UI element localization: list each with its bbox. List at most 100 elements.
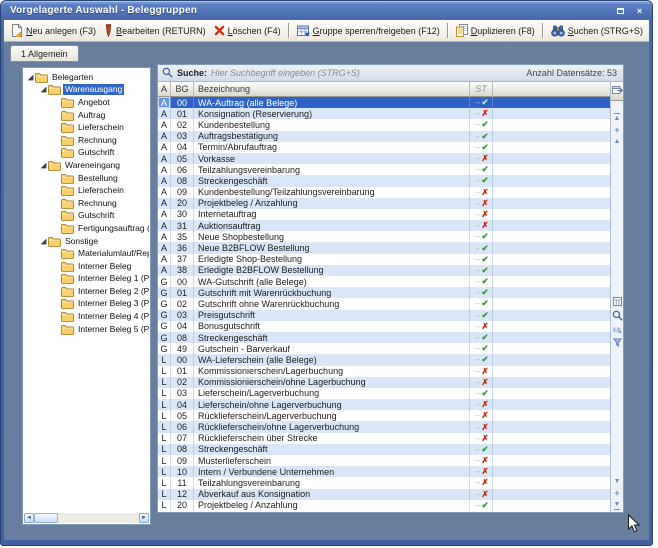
table-row[interactable]: L12Abverkauf aus Konsignation→✗ — [158, 489, 610, 500]
scroll-first-icon[interactable]: ▲ — [614, 113, 621, 122]
tree-item[interactable]: Bestellung — [24, 172, 149, 185]
table-row[interactable]: G01Gutschrift mit Warenrückbuchung→✔ — [158, 287, 610, 298]
table-row[interactable]: L00WA-Lieferschein (alle Belege)→✔ — [158, 354, 610, 365]
table-row[interactable]: G08Streckengeschäft→✔ — [158, 332, 610, 343]
tree-item[interactable]: Rechnung — [24, 197, 149, 210]
status-arrow: → — [473, 491, 480, 498]
folder-icon — [48, 236, 63, 247]
table-row[interactable]: A08Streckengeschäft→✔ — [158, 175, 610, 186]
table-row[interactable]: A06Teilzahlungsvereinbarung→✔ — [158, 164, 610, 175]
table-row[interactable]: A03Auftragsbestätigung→✔ — [158, 131, 610, 142]
title-bar[interactable]: Vorgelagerte Auswahl - Beleggruppen × — [1, 1, 652, 20]
duplicate-button[interactable]: Duplizieren (F8) — [452, 21, 539, 40]
tree-item[interactable]: Rechnung — [24, 134, 149, 147]
append-row-icon[interactable]: + — [614, 489, 619, 497]
tree-item[interactable]: Lieferschein — [24, 121, 149, 134]
insert-row-icon[interactable]: + — [614, 126, 619, 134]
table-row[interactable]: L08Streckengeschäft→✔ — [158, 444, 610, 455]
restore-button[interactable] — [613, 4, 628, 17]
group-lock-button[interactable]: Gruppe sperren/freigeben (F12) — [293, 21, 444, 40]
cell-art: A — [158, 164, 171, 175]
table-row[interactable]: L10Intern / Verbundene Unternehmen→✗ — [158, 466, 610, 477]
tree-item[interactable]: Interner Beleg 3 (PPS) — [24, 298, 149, 311]
scroll-right-icon[interactable]: ► — [139, 513, 149, 523]
tree-horizontal-scrollbar[interactable]: ◄ ► — [24, 513, 149, 523]
table-row[interactable]: G04Bonusgutschrift→✗ — [158, 321, 610, 332]
scroll-last-icon[interactable]: ▼ — [614, 501, 621, 510]
close-button[interactable]: × — [632, 4, 647, 17]
column-header-a[interactable]: A — [158, 82, 171, 96]
search-tool-icon[interactable] — [612, 310, 623, 321]
arrow-check-icon: →✔ — [470, 119, 493, 130]
table-row[interactable]: L05Rücklieferschein/Lagerverbuchung→✗ — [158, 410, 610, 421]
tree-item[interactable]: Warenausgang — [24, 84, 149, 97]
column-options-button[interactable] — [611, 82, 623, 101]
tree-item[interactable]: Interner Beleg 2 (PPS) — [24, 285, 149, 298]
table-row[interactable]: L04Lieferschein/ohne Lagerverbuchung→✗ — [158, 399, 610, 410]
tree-item[interactable]: Interner Beleg 4 (PPS) — [24, 310, 149, 323]
table-row[interactable]: A37Erledigte Shop-Bestellung→✔ — [158, 254, 610, 265]
tree-item[interactable]: Lieferschein — [24, 184, 149, 197]
filter-tool-icon[interactable] — [613, 338, 622, 347]
tree-item[interactable]: Auftrag — [24, 109, 149, 122]
tree-item[interactable]: Materialumlauf/Reparatur — [24, 247, 149, 260]
table-row[interactable]: A36Neue B2BFLOW Bestellung→✔ — [158, 242, 610, 253]
table-row[interactable]: L09Musterlieferschein→✗ — [158, 455, 610, 466]
tab-allgemein[interactable]: 1 Allgemein — [10, 45, 79, 62]
table-row[interactable]: A31Auktionsauftrag→✗ — [158, 220, 610, 231]
table-row[interactable]: G49Gutschein - Barverkauf→✔ — [158, 343, 610, 354]
table-row[interactable]: L01Kommissionierschein/Lagerbuchung→✗ — [158, 366, 610, 377]
table-row[interactable]: A38Erledigte B2BFLOW Bestellung→✔ — [158, 265, 610, 276]
table-row[interactable]: A09Kundenbestellung/Teilzahlungsvereinba… — [158, 187, 610, 198]
scroll-down-icon[interactable]: ▼ — [614, 478, 621, 485]
column-header-st[interactable]: ST — [470, 82, 493, 96]
tree-item[interactable]: Gutschrift — [24, 210, 149, 223]
scrollbar-thumb[interactable] — [34, 513, 58, 523]
grid-options-icon[interactable] — [613, 297, 622, 306]
column-header-bezeichnung[interactable]: Bezeichnung — [194, 82, 470, 96]
table-row[interactable]: L11Teilzahlungsvereinbarung→✗ — [158, 477, 610, 488]
status-arrow: → — [473, 256, 480, 263]
tree-item[interactable]: Fertigungsauftrag (PPS) — [24, 222, 149, 235]
scroll-up-icon[interactable]: ▲ — [614, 138, 621, 145]
tree-item[interactable]: Sonstige — [24, 235, 149, 248]
delete-button[interactable]: Löschen (F4) — [210, 21, 285, 40]
tree-expand-icon[interactable] — [39, 162, 48, 169]
table-row[interactable]: A00WA-Auftrag (alle Belege)→✔ — [158, 97, 610, 108]
edit-button[interactable]: Bearbeiten (RETURN) — [100, 21, 210, 40]
tree-item[interactable]: Gutschrift — [24, 147, 149, 160]
table-row[interactable]: A30Internetauftrag→✗ — [158, 209, 610, 220]
table-row[interactable]: L02Kommissionierschein/ohne Lagerbuchung… — [158, 377, 610, 388]
table-row[interactable]: G02Gutschrift ohne Warenrückbuchung→✔ — [158, 298, 610, 309]
tree-item[interactable]: Belegarten — [24, 71, 149, 84]
table-row[interactable]: L20Projektbeleg / Anzahlung→✔ — [158, 500, 610, 511]
tree-item[interactable]: Angebot — [24, 96, 149, 109]
column-header-bg[interactable]: BG — [171, 82, 194, 96]
table-row[interactable]: L07Rücklieferschein über Strecke→✗ — [158, 433, 610, 444]
table-row[interactable]: L03Lieferschein/Lagerverbuchung→✔ — [158, 388, 610, 399]
search-button[interactable]: Suchen (STRG+S) — [547, 21, 647, 40]
tree-expand-icon[interactable] — [39, 86, 48, 93]
table-row[interactable]: A01Konsignation (Reservierung)→✗ — [158, 108, 610, 119]
tree-item[interactable]: Interner Beleg — [24, 260, 149, 273]
tree-item[interactable]: Interner Beleg 5 (PPS) — [24, 323, 149, 336]
table-row[interactable]: A35Neue Shopbestellung→✔ — [158, 231, 610, 242]
table-row[interactable]: G00WA-Gutschrift (alle Belege)→✔ — [158, 276, 610, 287]
status-arrow: → — [473, 435, 480, 442]
cell-filler — [493, 310, 610, 321]
tree-item[interactable]: Interner Beleg 1 (PPS) — [24, 273, 149, 286]
tree-expand-icon[interactable] — [26, 74, 35, 81]
new-button[interactable]: Neu anlegen (F3) — [7, 21, 100, 40]
table-row[interactable]: A02Kundenbestellung→✔ — [158, 119, 610, 130]
group-grid-icon — [297, 25, 310, 37]
table-row[interactable]: G03Preisgutschrift→✔ — [158, 310, 610, 321]
table-row[interactable]: A20Projektbeleg / Anzahlung→✗ — [158, 198, 610, 209]
table-row[interactable]: A05Vorkasse→✗ — [158, 153, 610, 164]
tree-item[interactable]: Wareneingang — [24, 159, 149, 172]
scroll-left-icon[interactable]: ◄ — [24, 513, 34, 523]
search-input[interactable]: Hier Suchbegriff eingeben (STRG+S) — [211, 68, 522, 78]
sort-tool-icon[interactable]: M — [613, 325, 622, 334]
tree-expand-icon[interactable] — [39, 238, 48, 245]
table-row[interactable]: L06Rücklieferschein/ohne Lagerverbuchung… — [158, 421, 610, 432]
table-row[interactable]: A04Termin/Abrufauftrag→✔ — [158, 142, 610, 153]
